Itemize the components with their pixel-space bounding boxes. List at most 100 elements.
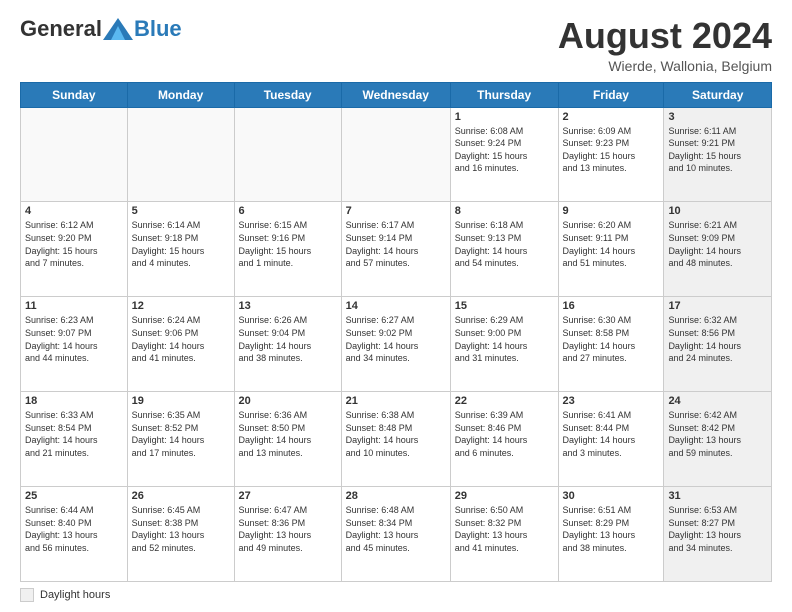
day-number: 22 (455, 395, 554, 407)
table-row (21, 107, 128, 202)
day-info: Sunrise: 6:53 AMSunset: 8:27 PMDaylight:… (668, 504, 767, 554)
header-wednesday: Wednesday (341, 82, 450, 107)
table-row: 24 Sunrise: 6:42 AMSunset: 8:42 PMDayligh… (664, 392, 772, 487)
day-info: Sunrise: 6:39 AMSunset: 8:46 PMDaylight:… (455, 409, 554, 459)
table-row: 21Sunrise: 6:38 AMSunset: 8:48 PMDayligh… (341, 392, 450, 487)
table-row: 29 Sunrise: 6:50 AMSunset: 8:32 PMDayligh… (450, 487, 558, 582)
day-info: Sunrise: 6:11 AMSunset: 9:21 PMDaylight:… (668, 125, 767, 175)
table-row: 8 Sunrise: 6:18 AMSunset: 9:13 PMDaylight… (450, 202, 558, 297)
table-row: 12Sunrise: 6:24 AMSunset: 9:06 PMDayligh… (127, 297, 234, 392)
day-number: 20 (239, 395, 337, 407)
logo-general-text: General (20, 16, 102, 42)
day-number: 13 (239, 300, 337, 312)
table-row: 9 Sunrise: 6:20 AMSunset: 9:11 PMDaylight… (558, 202, 664, 297)
day-number: 11 (25, 300, 123, 312)
day-info: Sunrise: 6:18 AMSunset: 9:13 PMDaylight:… (455, 219, 554, 269)
day-info: Sunrise: 6:44 AMSunset: 8:40 PMDaylight:… (25, 504, 123, 554)
header-saturday: Saturday (664, 82, 772, 107)
calendar-week-row: 11 Sunrise: 6:23 AMSunset: 9:07 PMDayligh… (21, 297, 772, 392)
calendar-week-row: 25 Sunrise: 6:44 AMSunset: 8:40 PMDayligh… (21, 487, 772, 582)
title-area: August 2024 Wierde, Wallonia, Belgium (558, 16, 772, 74)
table-row: 30Sunrise: 6:51 AMSunset: 8:29 PMDayligh… (558, 487, 664, 582)
day-info: Sunrise: 6:17 AMSunset: 9:14 PMDaylight:… (346, 219, 446, 269)
table-row (234, 107, 341, 202)
day-number: 3 (668, 111, 767, 123)
table-row: 18 Sunrise: 6:33 AMSunset: 8:54 PMDayligh… (21, 392, 128, 487)
day-info: Sunrise: 6:21 AMSunset: 9:09 PMDaylight:… (668, 219, 767, 269)
table-row: 23Sunrise: 6:41 AMSunset: 8:44 PMDayligh… (558, 392, 664, 487)
day-number: 19 (132, 395, 230, 407)
table-row: 16Sunrise: 6:30 AMSunset: 8:58 PMDayligh… (558, 297, 664, 392)
day-info: Sunrise: 6:20 AMSunset: 9:11 PMDaylight:… (563, 219, 660, 269)
day-info: Sunrise: 6:29 AMSunset: 9:00 PMDaylight:… (455, 314, 554, 364)
day-info: Sunrise: 6:32 AMSunset: 8:56 PMDaylight:… (668, 314, 767, 364)
day-number: 4 (25, 205, 123, 217)
day-info: Sunrise: 6:30 AMSunset: 8:58 PMDaylight:… (563, 314, 660, 364)
month-title: August 2024 (558, 16, 772, 56)
day-number: 5 (132, 205, 230, 217)
header-friday: Friday (558, 82, 664, 107)
day-info: Sunrise: 6:12 AMSunset: 9:20 PMDaylight:… (25, 219, 123, 269)
table-row (127, 107, 234, 202)
day-info: Sunrise: 6:45 AMSunset: 8:38 PMDaylight:… (132, 504, 230, 554)
table-row: 28Sunrise: 6:48 AMSunset: 8:34 PMDayligh… (341, 487, 450, 582)
day-number: 27 (239, 490, 337, 502)
table-row: 15 Sunrise: 6:29 AMSunset: 9:00 PMDayligh… (450, 297, 558, 392)
day-number: 14 (346, 300, 446, 312)
table-row: 31Sunrise: 6:53 AMSunset: 8:27 PMDayligh… (664, 487, 772, 582)
day-info: Sunrise: 6:26 AMSunset: 9:04 PMDaylight:… (239, 314, 337, 364)
day-info: Sunrise: 6:42 AMSunset: 8:42 PMDaylight:… (668, 409, 767, 459)
table-row: 19Sunrise: 6:35 AMSunset: 8:52 PMDayligh… (127, 392, 234, 487)
header-thursday: Thursday (450, 82, 558, 107)
day-number: 25 (25, 490, 123, 502)
day-info: Sunrise: 6:08 AMSunset: 9:24 PMDaylight:… (455, 125, 554, 175)
table-row: 7 Sunrise: 6:17 AMSunset: 9:14 PMDaylight… (341, 202, 450, 297)
table-row (341, 107, 450, 202)
header-tuesday: Tuesday (234, 82, 341, 107)
location-subtitle: Wierde, Wallonia, Belgium (558, 58, 772, 74)
day-number: 8 (455, 205, 554, 217)
day-number: 17 (668, 300, 767, 312)
day-number: 1 (455, 111, 554, 123)
table-row: 2 Sunrise: 6:09 AMSunset: 9:23 PMDaylight… (558, 107, 664, 202)
page: General Blue August 2024 Wierde, Walloni… (0, 0, 792, 612)
day-info: Sunrise: 6:23 AMSunset: 9:07 PMDaylight:… (25, 314, 123, 364)
day-number: 10 (668, 205, 767, 217)
footer: Daylight hours (20, 588, 772, 602)
day-number: 29 (455, 490, 554, 502)
day-number: 18 (25, 395, 123, 407)
table-row: 22 Sunrise: 6:39 AMSunset: 8:46 PMDayligh… (450, 392, 558, 487)
table-row: 1 Sunrise: 6:08 AMSunset: 9:24 PMDaylight… (450, 107, 558, 202)
table-row: 3 Sunrise: 6:11 AMSunset: 9:21 PMDaylight… (664, 107, 772, 202)
day-number: 21 (346, 395, 446, 407)
calendar-week-row: 4 Sunrise: 6:12 AMSunset: 9:20 PMDaylight… (21, 202, 772, 297)
day-info: Sunrise: 6:09 AMSunset: 9:23 PMDaylight:… (563, 125, 660, 175)
calendar-table: Sunday Monday Tuesday Wednesday Thursday… (20, 82, 772, 582)
day-info: Sunrise: 6:51 AMSunset: 8:29 PMDaylight:… (563, 504, 660, 554)
table-row: 25 Sunrise: 6:44 AMSunset: 8:40 PMDayligh… (21, 487, 128, 582)
day-number: 9 (563, 205, 660, 217)
day-number: 2 (563, 111, 660, 123)
day-number: 7 (346, 205, 446, 217)
day-number: 24 (668, 395, 767, 407)
day-info: Sunrise: 6:50 AMSunset: 8:32 PMDaylight:… (455, 504, 554, 554)
table-row: 10 Sunrise: 6:21 AMSunset: 9:09 PMDayligh… (664, 202, 772, 297)
day-number: 6 (239, 205, 337, 217)
day-info: Sunrise: 6:33 AMSunset: 8:54 PMDaylight:… (25, 409, 123, 459)
table-row: 26 Sunrise: 6:45 AMSunset: 8:38 PMDayligh… (127, 487, 234, 582)
day-number: 15 (455, 300, 554, 312)
day-number: 26 (132, 490, 230, 502)
day-info: Sunrise: 6:41 AMSunset: 8:44 PMDaylight:… (563, 409, 660, 459)
table-row: 20 Sunrise: 6:36 AMSunset: 8:50 PMDayligh… (234, 392, 341, 487)
day-info: Sunrise: 6:47 AMSunset: 8:36 PMDaylight:… (239, 504, 337, 554)
day-info: Sunrise: 6:14 AMSunset: 9:18 PMDaylight:… (132, 219, 230, 269)
logo: General Blue (20, 16, 182, 42)
header-sunday: Sunday (21, 82, 128, 107)
day-number: 12 (132, 300, 230, 312)
logo-flag-icon (103, 18, 133, 40)
table-row: 5 Sunrise: 6:14 AMSunset: 9:18 PMDaylight… (127, 202, 234, 297)
table-row: 14Sunrise: 6:27 AMSunset: 9:02 PMDayligh… (341, 297, 450, 392)
table-row: 17 Sunrise: 6:32 AMSunset: 8:56 PMDayligh… (664, 297, 772, 392)
day-info: Sunrise: 6:48 AMSunset: 8:34 PMDaylight:… (346, 504, 446, 554)
day-info: Sunrise: 6:36 AMSunset: 8:50 PMDaylight:… (239, 409, 337, 459)
